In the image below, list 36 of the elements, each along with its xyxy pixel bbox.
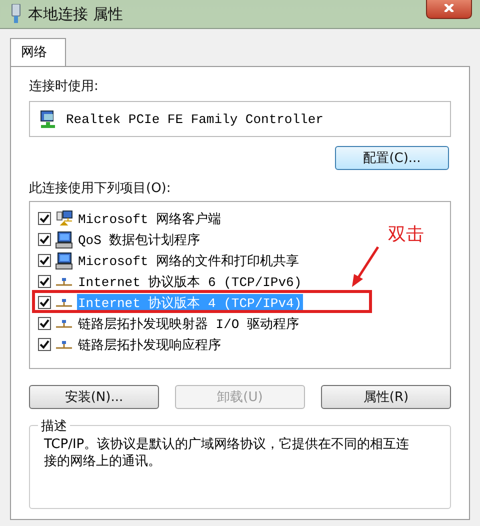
window-title: 本地连接 属性 <box>28 4 124 24</box>
network-protocol-icon <box>55 298 73 308</box>
close-button[interactable] <box>426 0 472 19</box>
checkbox[interactable] <box>38 212 51 225</box>
action-button[interactable]: 属性(R) <box>321 385 451 409</box>
list-item[interactable]: Microsoft 网络客户端 <box>77 210 222 228</box>
list-item[interactable]: 链路层拓扑发现映射器 I/O 驱动程序 <box>77 314 300 332</box>
list-item[interactable]: QoS 数据包计划程序 <box>77 230 202 248</box>
checkbox[interactable] <box>38 296 51 309</box>
annotation-arrow <box>350 246 380 288</box>
computer-icon <box>55 210 73 228</box>
items-label: 此连接使用下列项目(O): <box>29 180 171 197</box>
group-legend: 描述 <box>38 417 70 435</box>
network-adapter-icon <box>38 109 58 129</box>
list-item[interactable]: Internet 协议版本 6 (TCP/IPv6) <box>77 272 303 290</box>
checkbox[interactable] <box>38 338 51 351</box>
network-protocol-icon <box>55 318 73 328</box>
configure-button[interactable]: 配置(C)... <box>335 146 449 170</box>
list-item[interactable]: 链路层拓扑发现响应程序 <box>77 336 222 354</box>
connect-using-label: 连接时使用: <box>29 78 98 95</box>
checkbox[interactable] <box>38 275 51 288</box>
checkbox[interactable] <box>38 317 51 330</box>
network-adapter-icon <box>10 4 22 24</box>
network-protocol-icon <box>55 340 73 350</box>
tab[interactable]: 网络 <box>10 38 66 67</box>
description-text: TCP/IP。该协议是默认的广域网络协议，它提供在不同的相互连接的网络上的通讯。 <box>44 436 410 470</box>
action-button[interactable]: 安装(N)... <box>29 385 159 409</box>
computer-icon <box>55 252 73 270</box>
annotation-text: 双击 <box>388 223 424 246</box>
checkbox[interactable] <box>38 233 51 246</box>
list-item[interactable]: Microsoft 网络的文件和打印机共享 <box>77 252 300 270</box>
checkbox[interactable] <box>38 254 51 267</box>
network-protocol-icon <box>55 276 73 286</box>
computer-icon <box>55 230 73 248</box>
close-icon <box>443 4 455 12</box>
adapter-field: Realtek PCIe FE Family Controller <box>29 101 451 137</box>
